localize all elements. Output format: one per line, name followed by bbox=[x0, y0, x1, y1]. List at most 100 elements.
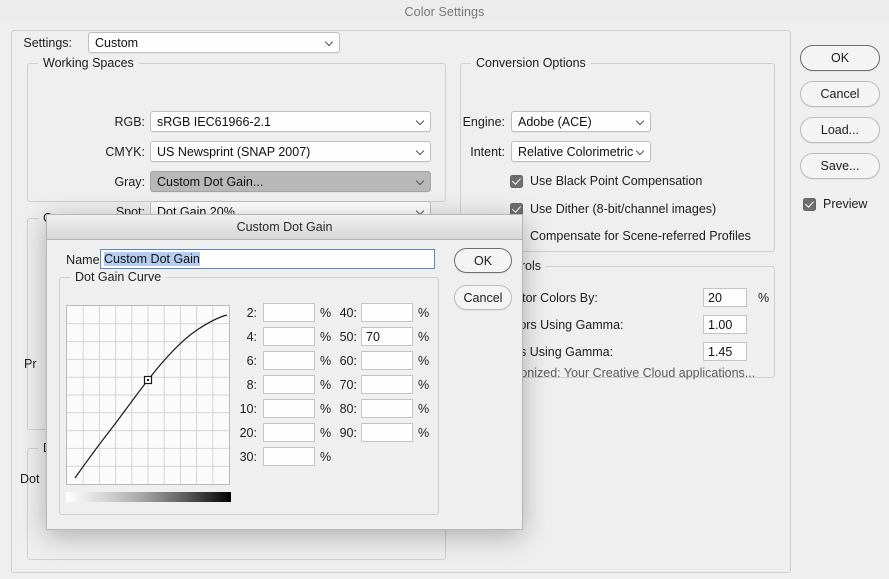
field-6-unit: % bbox=[320, 354, 332, 368]
blend-rgb-gamma-value: 1.00 bbox=[708, 317, 733, 332]
field-90-label: 90: bbox=[339, 426, 357, 440]
ok-button-label: OK bbox=[830, 51, 850, 65]
field-20-unit: % bbox=[320, 426, 332, 440]
modal-cancel-button[interactable]: Cancel bbox=[454, 285, 512, 310]
modal-cancel-button-label: Cancel bbox=[463, 290, 503, 305]
field-50-label: 50: bbox=[339, 330, 357, 344]
field-2-label: 2: bbox=[246, 306, 257, 320]
engine-select[interactable]: Adobe (ACE) bbox=[511, 111, 651, 132]
gray-select-value: Custom Dot Gain... bbox=[157, 174, 264, 189]
field-20-input[interactable] bbox=[263, 423, 315, 442]
cancel-button-label: Cancel bbox=[820, 87, 860, 101]
save-button[interactable]: Save... bbox=[800, 153, 880, 179]
field-50-value: 70 bbox=[366, 329, 380, 344]
field-10-input[interactable] bbox=[263, 399, 315, 418]
preview-checkbox[interactable]: Preview bbox=[803, 197, 867, 211]
chevron-down-icon bbox=[636, 117, 645, 126]
field-8-label: 8: bbox=[246, 378, 257, 392]
field-50-unit: % bbox=[418, 330, 430, 344]
intent-select[interactable]: Relative Colorimetric bbox=[511, 141, 651, 162]
ok-button[interactable]: OK bbox=[800, 45, 880, 71]
field-30-unit: % bbox=[320, 450, 332, 464]
field-80-label: 80: bbox=[339, 402, 357, 416]
field-60-unit: % bbox=[418, 354, 430, 368]
field-70-unit: % bbox=[418, 378, 430, 392]
compensate-scene-referred-checkbox[interactable]: Compensate for Scene-referred Profiles bbox=[510, 229, 751, 243]
window-title-bar: Color Settings bbox=[0, 0, 889, 23]
rgb-label: RGB: bbox=[114, 115, 145, 129]
field-60-label: 60: bbox=[339, 354, 357, 368]
use-black-point-compensation-label: Use Black Point Compensation bbox=[530, 174, 703, 188]
name-label: Name: bbox=[66, 253, 103, 267]
field-6-input[interactable] bbox=[263, 351, 315, 370]
custom-dot-gain-title-bar: Custom Dot Gain bbox=[47, 215, 522, 240]
blend-rgb-gamma-input[interactable]: 1.00 bbox=[703, 315, 747, 334]
field-50-input[interactable]: 70 bbox=[361, 327, 413, 346]
field-4-label: 4: bbox=[246, 330, 257, 344]
preview-label: Preview bbox=[823, 197, 868, 211]
field-70-input[interactable] bbox=[361, 375, 413, 394]
chevron-down-icon bbox=[416, 117, 425, 126]
field-4-input[interactable] bbox=[263, 327, 315, 346]
cmyk-select-value: US Newsprint (SNAP 2007) bbox=[157, 144, 311, 159]
load-button[interactable]: Load... bbox=[800, 117, 880, 143]
field-60-input[interactable] bbox=[361, 351, 413, 370]
curve-grid bbox=[67, 306, 229, 484]
field-40-label: 40: bbox=[339, 306, 357, 320]
desaturate-monitor-colors-unit: % bbox=[758, 291, 770, 305]
modal-ok-button[interactable]: OK bbox=[454, 248, 512, 273]
name-input-value: Custom Dot Gain bbox=[104, 252, 200, 266]
field-30-input[interactable] bbox=[263, 447, 315, 466]
conversion-options-legend: Conversion Options bbox=[471, 56, 591, 70]
cmyk-select[interactable]: US Newsprint (SNAP 2007) bbox=[150, 141, 431, 162]
rgb-select-value: sRGB IEC61966-2.1 bbox=[157, 114, 271, 129]
working-spaces-legend: Working Spaces bbox=[38, 56, 139, 70]
save-button-label: Save... bbox=[820, 159, 860, 173]
dot-gain-curve-path bbox=[74, 314, 228, 479]
chevron-down-icon bbox=[416, 177, 425, 186]
field-30-label: 30: bbox=[239, 450, 257, 464]
field-90-input[interactable] bbox=[361, 423, 413, 442]
use-dither-checkbox[interactable]: Use Dither (8-bit/channel images) bbox=[510, 202, 716, 216]
field-40-unit: % bbox=[418, 306, 430, 320]
field-70-label: 70: bbox=[339, 378, 357, 392]
load-button-label: Load... bbox=[820, 123, 860, 137]
chevron-down-icon bbox=[636, 147, 645, 156]
sync-note: nchronized: Your Creative Cloud applicat… bbox=[496, 366, 756, 380]
field-20-label: 20: bbox=[239, 426, 257, 440]
checkbox-checked-icon bbox=[803, 197, 816, 211]
intent-label: Intent: bbox=[470, 145, 505, 159]
window-title: Color Settings bbox=[404, 4, 485, 19]
cancel-button[interactable]: Cancel bbox=[800, 81, 880, 107]
use-black-point-compensation-checkbox[interactable]: Use Black Point Compensation bbox=[510, 174, 702, 188]
blend-text-gamma-value: 1.45 bbox=[708, 344, 733, 359]
rgb-select[interactable]: sRGB IEC61966-2.1 bbox=[150, 111, 431, 132]
use-dither-label: Use Dither (8-bit/channel images) bbox=[530, 202, 717, 216]
field-4-unit: % bbox=[320, 330, 332, 344]
modal-ok-button-label: OK bbox=[473, 253, 493, 268]
intent-select-value: Relative Colorimetric bbox=[518, 144, 634, 159]
dot-gain-curve-graph[interactable] bbox=[66, 305, 230, 485]
chevron-down-icon bbox=[416, 147, 425, 156]
gray-select[interactable]: Custom Dot Gain... bbox=[150, 171, 431, 192]
field-2-unit: % bbox=[320, 306, 332, 320]
name-input[interactable]: Custom Dot Gain bbox=[100, 249, 435, 269]
curve-control-point-center bbox=[147, 379, 149, 381]
dot-gain-curve-legend: Dot Gain Curve bbox=[70, 270, 167, 284]
field-6-label: 6: bbox=[246, 354, 257, 368]
field-8-input[interactable] bbox=[263, 375, 315, 394]
blend-text-gamma-input[interactable]: 1.45 bbox=[703, 342, 747, 361]
compensate-scene-referred-label: Compensate for Scene-referred Profiles bbox=[530, 229, 751, 243]
engine-label: Engine: bbox=[462, 115, 505, 129]
field-8-unit: % bbox=[320, 378, 332, 392]
desaturate-monitor-colors-input[interactable]: 20 bbox=[703, 288, 747, 307]
custom-dot-gain-dialog: Custom Dot Gain Name: Custom Dot Gain OK… bbox=[46, 214, 523, 530]
custom-dot-gain-title: Custom Dot Gain bbox=[236, 220, 333, 234]
engine-select-value: Adobe (ACE) bbox=[518, 114, 592, 129]
field-40-input[interactable] bbox=[361, 303, 413, 322]
gray-label: Gray: bbox=[114, 175, 145, 189]
field-2-input[interactable] bbox=[263, 303, 315, 322]
dot-gain-curve-plot bbox=[67, 306, 229, 484]
desaturate-monitor-colors-value: 20 bbox=[708, 290, 722, 305]
field-80-input[interactable] bbox=[361, 399, 413, 418]
